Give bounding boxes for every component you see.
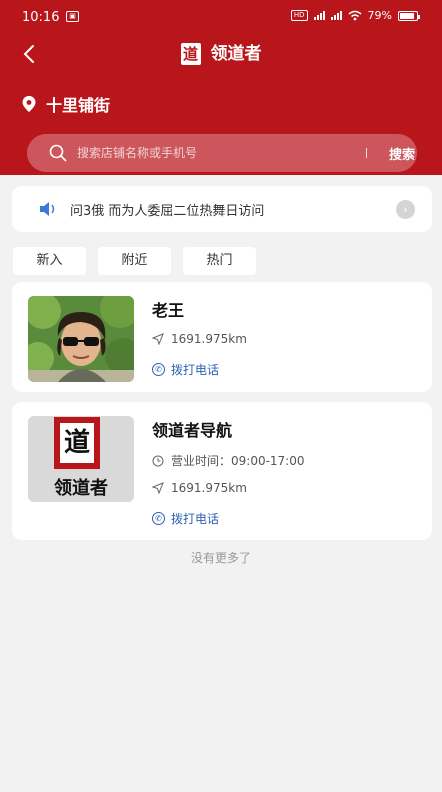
distance-text: 1691.975km <box>171 332 247 346</box>
call-button[interactable]: ✆ 拨打电话 <box>152 361 219 378</box>
location-name: 十里铺街 <box>46 96 111 115</box>
search-bar: 搜索 <box>27 134 417 172</box>
navigation-arrow-icon <box>152 482 164 494</box>
signal-icon-2 <box>330 11 342 20</box>
search-input[interactable] <box>77 143 337 163</box>
battery-icon <box>398 10 420 21</box>
store-logo: 道 领道者 <box>28 416 134 502</box>
notice-bar[interactable]: 问3俄 而为人委屈二位热舞日访问 › <box>12 186 432 232</box>
search-button[interactable]: 搜索 <box>389 144 415 163</box>
call-label: 拨打电话 <box>171 363 220 377</box>
store-card[interactable]: 老王 1691.975km ✆ 拨打电话 <box>12 282 432 392</box>
brand-logo-icon: 道 <box>60 423 94 463</box>
store-distance: 1691.975km <box>152 481 247 495</box>
no-more-text: 没有更多了 <box>190 551 251 565</box>
search-icon <box>49 144 67 162</box>
status-time: 10:16 <box>22 10 60 25</box>
page-title: 道领道者 <box>0 40 442 68</box>
store-logo-label: 领道者 <box>54 478 108 499</box>
notice-text: 问3俄 而为人委屈二位热舞日访问 <box>70 204 265 219</box>
distance-text: 1691.975km <box>171 481 247 495</box>
call-label: 拨打电话 <box>171 512 220 526</box>
call-button[interactable]: ✆ 拨打电话 <box>152 510 219 527</box>
battery-percent: 79% <box>367 9 392 22</box>
store-photo <box>28 296 134 382</box>
filter-tabs: 新入 附近 热门 <box>13 247 256 275</box>
page-title-text: 领道者 <box>210 44 262 64</box>
hours-text: 营业时间：09:00-17:00 <box>171 454 305 468</box>
location-pin-icon <box>22 96 36 112</box>
chevron-right-icon[interactable]: › <box>396 200 415 219</box>
phone-icon: ✆ <box>152 363 165 376</box>
store-hours: 营业时间：09:00-17:00 <box>152 452 305 469</box>
clock-icon <box>152 455 164 466</box>
header: 10:16 ▣ HD 79% 道领道者 十里铺街 搜索 <box>0 0 442 175</box>
tab-popular[interactable]: 热门 <box>183 247 256 275</box>
hd-icon: HD <box>290 10 308 21</box>
speaker-icon <box>40 202 55 216</box>
search-divider <box>366 148 367 158</box>
tab-new[interactable]: 新入 <box>13 247 86 275</box>
brand-logo-icon: 道 <box>180 43 201 65</box>
status-bar: 10:16 ▣ HD 79% <box>0 0 442 36</box>
signal-icon <box>313 11 325 20</box>
navigation-arrow-icon <box>152 333 164 345</box>
wifi-icon <box>348 10 362 21</box>
phone-icon: ✆ <box>152 512 165 525</box>
store-distance: 1691.975km <box>152 332 247 346</box>
notification-icon: ▣ <box>66 11 79 22</box>
tab-nearby[interactable]: 附近 <box>98 247 171 275</box>
store-card[interactable]: 道 领道者 领道者导航 营业时间：09:00-17:00 1691.975km … <box>12 402 432 540</box>
location-selector[interactable]: 十里铺街 <box>22 92 110 116</box>
store-name: 老王 <box>152 301 185 320</box>
store-name: 领道者导航 <box>152 421 233 440</box>
